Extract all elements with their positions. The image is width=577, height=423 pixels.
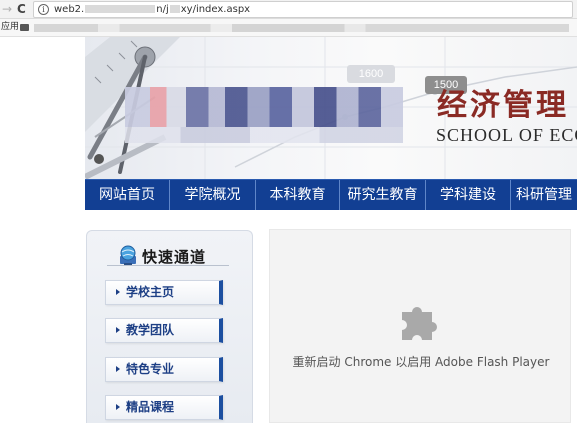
- site-banner: 1600 1500 经济管理 SCHOOL OF ECO: [85, 37, 577, 179]
- quick-access-panel: 快速通道 学校主页 教学团队 特色专业 精品课程: [86, 230, 253, 423]
- url-redaction: [169, 5, 180, 13]
- browser-toolbar: → C i web2. n/j xy/index.aspx: [0, 0, 577, 19]
- quick-link-university-home[interactable]: 学校主页: [105, 280, 223, 305]
- nav-item-research[interactable]: 科研管理: [511, 180, 577, 210]
- triangle-right-icon: [116, 365, 120, 372]
- nav-item-home[interactable]: 网站首页: [85, 180, 170, 210]
- redacted-logo: [125, 87, 403, 127]
- school-name-en: SCHOOL OF ECO: [436, 125, 577, 145]
- info-icon[interactable]: i: [38, 4, 49, 15]
- url-redaction: [85, 5, 156, 13]
- bookmarks-redaction: [34, 24, 569, 32]
- reload-icon[interactable]: C: [17, 1, 26, 17]
- triangle-right-icon: [116, 288, 120, 295]
- puzzle-plugin-icon: [402, 307, 437, 340]
- panel-title: 快速通道: [142, 248, 207, 266]
- chart-tag: 1600: [347, 65, 395, 83]
- redacted-logo-sub: [125, 127, 403, 143]
- flash-plugin-placeholder[interactable]: 重新启动 Chrome 以启用 Adobe Flash Player: [269, 229, 571, 423]
- divider: [107, 265, 229, 266]
- quick-link-quality-courses[interactable]: 精品课程: [105, 395, 223, 420]
- globe-computer-icon: [120, 245, 136, 265]
- nav-item-graduate[interactable]: 研究生教育: [340, 180, 426, 210]
- url-text: web2. n/j xy/index.aspx: [54, 4, 251, 15]
- nav-item-undergrad[interactable]: 本科教育: [256, 180, 340, 210]
- triangle-right-icon: [116, 326, 120, 333]
- quick-link-teaching-team[interactable]: 教学团队: [105, 318, 223, 343]
- quick-link-featured-majors[interactable]: 特色专业: [105, 357, 223, 382]
- nav-item-about[interactable]: 学院概况: [170, 180, 256, 210]
- main-nav: 网站首页 学院概况 本科教育 研究生教育 学科建设 科研管理: [85, 179, 577, 210]
- nav-item-discipline[interactable]: 学科建设: [426, 180, 511, 210]
- address-bar[interactable]: i web2. n/j xy/index.aspx: [33, 1, 573, 18]
- apps-shortcut[interactable]: 应用: [1, 21, 19, 34]
- bookmarks-bar: 应用: [0, 19, 577, 37]
- folder-icon[interactable]: [20, 24, 29, 31]
- flash-message: 重新启动 Chrome 以启用 Adobe Flash Player: [292, 355, 550, 369]
- forward-arrow-icon[interactable]: →: [2, 1, 12, 17]
- school-name-cn: 经济管理: [437, 88, 569, 123]
- triangle-right-icon: [116, 403, 120, 410]
